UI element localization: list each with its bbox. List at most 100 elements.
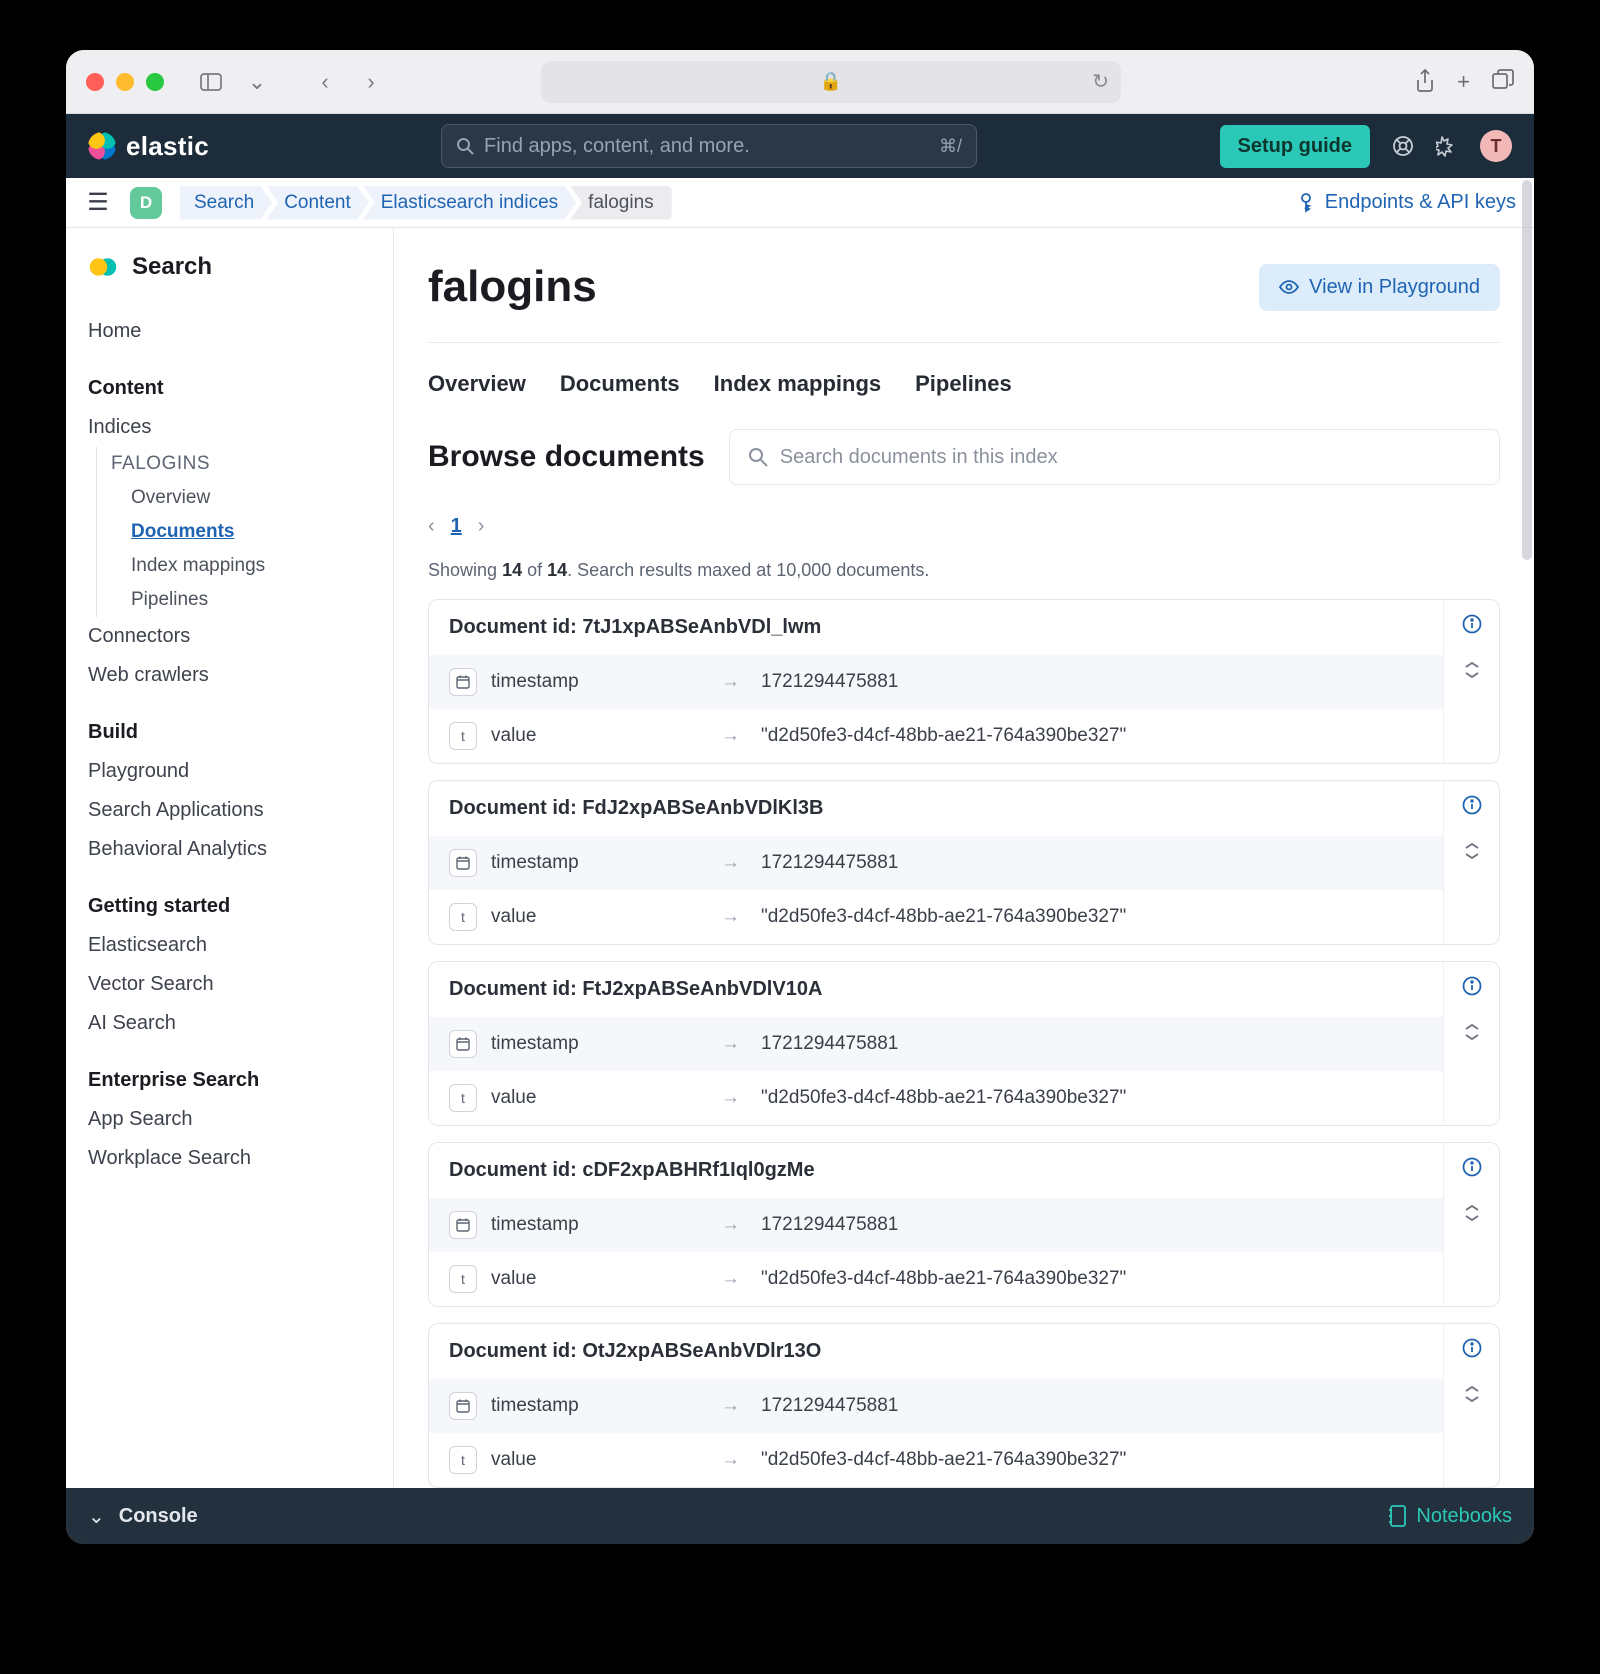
- date-type-icon: [449, 668, 477, 696]
- info-icon[interactable]: [1462, 976, 1482, 996]
- console-toolbar[interactable]: ⌄ Console Notebooks: [66, 1488, 1534, 1544]
- info-icon[interactable]: [1462, 1157, 1482, 1177]
- reload-icon[interactable]: ↻: [1092, 69, 1109, 94]
- info-icon[interactable]: [1462, 614, 1482, 634]
- expand-icon[interactable]: [1462, 1022, 1482, 1042]
- endpoints-link-label: Endpoints & API keys: [1325, 191, 1516, 214]
- tabs-icon[interactable]: [1492, 69, 1514, 95]
- tab-overview[interactable]: Overview: [428, 371, 526, 403]
- sidebar-item-connectors[interactable]: Connectors: [88, 617, 379, 656]
- sidebar-item-indices[interactable]: Indices: [88, 408, 379, 447]
- tab-pipelines[interactable]: Pipelines: [915, 371, 1012, 403]
- browse-title: Browse documents: [428, 440, 705, 474]
- arrow-right-icon: →: [721, 852, 761, 874]
- notebooks-button[interactable]: Notebooks: [1388, 1505, 1512, 1528]
- text-type-icon: t: [449, 1084, 477, 1112]
- text-type-icon: t: [449, 722, 477, 750]
- elastic-logo[interactable]: elastic: [88, 131, 209, 162]
- newsfeed-icon[interactable]: [1436, 135, 1458, 157]
- field-name: timestamp: [491, 1214, 721, 1236]
- sidebar-item-index-mappings[interactable]: Index mappings: [111, 549, 379, 583]
- field-name: timestamp: [491, 671, 721, 693]
- breadcrumb-item[interactable]: Search: [180, 186, 272, 220]
- sidebar-group-enterprise: Enterprise Search App Search Workplace S…: [88, 1069, 379, 1178]
- pager-prev-icon[interactable]: ‹: [428, 515, 435, 538]
- new-tab-icon[interactable]: +: [1457, 69, 1470, 95]
- endpoints-link[interactable]: Endpoints & API keys: [1297, 191, 1516, 214]
- scrollbar-thumb[interactable]: [1522, 180, 1532, 560]
- view-in-playground-button[interactable]: View in Playground: [1259, 264, 1500, 311]
- close-window-icon[interactable]: [86, 73, 104, 91]
- field-name: value: [491, 1268, 721, 1290]
- sidebar-item-home[interactable]: Home: [88, 312, 379, 351]
- sidebar-item-app-search[interactable]: App Search: [88, 1100, 379, 1139]
- field-value: "d2d50fe3-d4cf-48bb-ae21-764a390be327": [761, 725, 1423, 747]
- breadcrumb-item[interactable]: Content: [266, 186, 369, 220]
- forward-icon[interactable]: ›: [354, 65, 388, 99]
- help-icon[interactable]: [1392, 135, 1414, 157]
- pager-current-page[interactable]: 1: [451, 515, 462, 538]
- sidebar-item-ai-search[interactable]: AI Search: [88, 1004, 379, 1043]
- sidebar-item-vector-search[interactable]: Vector Search: [88, 965, 379, 1004]
- search-shortcut-hint: ⌘/: [939, 136, 962, 157]
- sidebar-index-name[interactable]: FALOGINS: [111, 447, 379, 481]
- nav-toggle-icon[interactable]: ☰: [84, 188, 112, 217]
- arrow-right-icon: →: [721, 1087, 761, 1109]
- info-icon[interactable]: [1462, 795, 1482, 815]
- minimize-window-icon[interactable]: [116, 73, 134, 91]
- info-icon[interactable]: [1462, 1338, 1482, 1358]
- tab-index-mappings[interactable]: Index mappings: [714, 371, 881, 403]
- sidebar-toggle-icon[interactable]: [194, 65, 228, 99]
- sidebar-item-behavioral-analytics[interactable]: Behavioral Analytics: [88, 830, 379, 869]
- back-icon[interactable]: ‹: [308, 65, 342, 99]
- sidebar-group-head: Build: [88, 721, 379, 744]
- document-card: Document id: cDF2xpABHRf1Iql0gzMetimesta…: [428, 1142, 1500, 1307]
- console-label: Console: [119, 1505, 198, 1528]
- date-type-icon: [449, 1392, 477, 1420]
- sidebar-item-elasticsearch[interactable]: Elasticsearch: [88, 926, 379, 965]
- maximize-window-icon[interactable]: [146, 73, 164, 91]
- document-search-input[interactable]: Search documents in this index: [729, 429, 1500, 485]
- field-name: timestamp: [491, 1395, 721, 1417]
- titlebar-right: +: [1415, 69, 1514, 95]
- global-search-input[interactable]: Find apps, content, and more. ⌘/: [441, 124, 977, 168]
- field-name: timestamp: [491, 1033, 721, 1055]
- sidebar-item-documents[interactable]: Documents: [111, 515, 379, 549]
- document-actions: [1443, 781, 1499, 944]
- chevron-down-icon[interactable]: ⌄: [240, 65, 274, 99]
- sidebar-group-head: Content: [88, 377, 379, 400]
- setup-guide-button[interactable]: Setup guide: [1220, 125, 1370, 168]
- document-field-row: timestamp→1721294475881: [429, 1198, 1443, 1252]
- address-bar[interactable]: 🔒 ↻: [541, 61, 1121, 103]
- field-value: "d2d50fe3-d4cf-48bb-ae21-764a390be327": [761, 1268, 1423, 1290]
- app-body: Search Home Content Indices FALOGINS Ove…: [66, 228, 1534, 1488]
- document-field-row: tvalue→"d2d50fe3-d4cf-48bb-ae21-764a390b…: [429, 1433, 1443, 1487]
- sidebar-item-web-crawlers[interactable]: Web crawlers: [88, 656, 379, 695]
- tab-documents[interactable]: Documents: [560, 371, 680, 403]
- sidebar-item-playground[interactable]: Playground: [88, 752, 379, 791]
- expand-icon[interactable]: [1462, 1203, 1482, 1223]
- pager-next-icon[interactable]: ›: [478, 515, 485, 538]
- share-icon[interactable]: [1415, 69, 1435, 95]
- sidebar-item-overview[interactable]: Overview: [111, 481, 379, 515]
- arrow-right-icon: →: [721, 725, 761, 747]
- document-list: Document id: 7tJ1xpABSeAnbVDl_lwmtimesta…: [428, 599, 1500, 1488]
- arrow-right-icon: →: [721, 1033, 761, 1055]
- document-id: Document id: FdJ2xpABSeAnbVDlKl3B: [429, 781, 1443, 836]
- text-type-icon: t: [449, 903, 477, 931]
- sidebar-item-pipelines[interactable]: Pipelines: [111, 583, 379, 617]
- sidebar-title: Search: [88, 252, 379, 282]
- field-value: "d2d50fe3-d4cf-48bb-ae21-764a390be327": [761, 906, 1423, 928]
- view-in-playground-label: View in Playground: [1309, 276, 1480, 299]
- user-avatar[interactable]: T: [1480, 130, 1512, 162]
- sidebar-item-search-applications[interactable]: Search Applications: [88, 791, 379, 830]
- breadcrumb-item[interactable]: Elasticsearch indices: [363, 186, 576, 220]
- sidebar-item-workplace-search[interactable]: Workplace Search: [88, 1139, 379, 1178]
- breadcrumb-bar: ☰ D Search Content Elasticsearch indices…: [66, 178, 1534, 228]
- breadcrumb: Search Content Elasticsearch indices fal…: [180, 186, 666, 220]
- global-search-placeholder: Find apps, content, and more.: [484, 135, 939, 158]
- expand-icon[interactable]: [1462, 1384, 1482, 1404]
- expand-icon[interactable]: [1462, 841, 1482, 861]
- space-badge[interactable]: D: [130, 187, 162, 219]
- expand-icon[interactable]: [1462, 660, 1482, 680]
